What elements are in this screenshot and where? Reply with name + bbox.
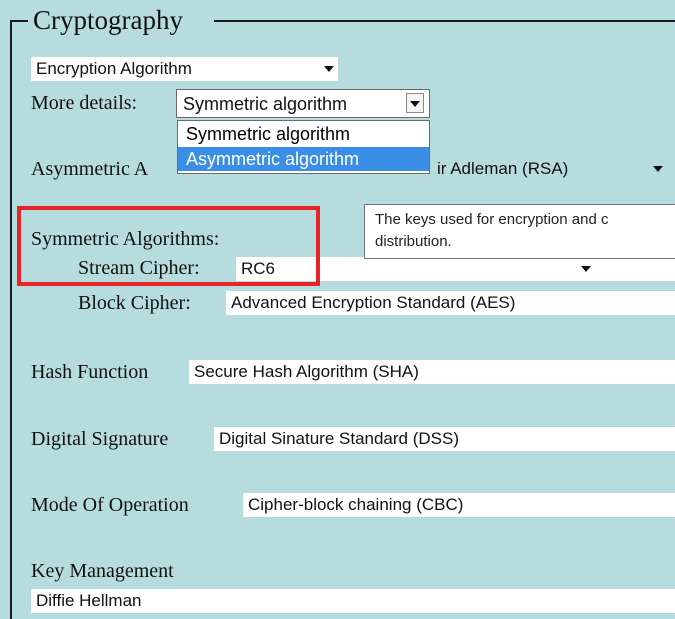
digital-signature-select[interactable]: Digital Sinature Standard (DSS) (214, 427, 675, 451)
algorithm-type-value: Encryption Algorithm (36, 59, 192, 78)
block-cipher-label: Block Cipher: (78, 292, 191, 314)
more-details-select[interactable]: Symmetric algorithm (176, 89, 430, 118)
chevron-down-icon (410, 101, 420, 107)
key-management-label: Key Management (31, 560, 174, 582)
tooltip-line-1: The keys used for encryption and c (375, 211, 609, 228)
key-management-value: Diffie Hellman (36, 591, 142, 610)
fieldset-legend: Cryptography (31, 4, 185, 36)
more-details-label: More details: (31, 92, 138, 114)
fieldset-border-left (10, 20, 12, 619)
option-asymmetric-algorithm[interactable]: Asymmetric algorithm (178, 147, 429, 171)
cryptography-panel: Cryptography Encryption Algorithm More d… (0, 0, 675, 619)
more-details-options-list[interactable]: Symmetric algorithm Asymmetric algorithm (177, 120, 430, 174)
asymmetric-algorithms-label: Asymmetric A (31, 158, 149, 180)
chevron-down-icon (581, 266, 591, 272)
more-details-dropdown-button[interactable] (406, 93, 424, 113)
key-management-select[interactable]: Diffie Hellman (31, 589, 675, 613)
fieldset-border-left-top (10, 20, 28, 22)
chevron-down-icon (324, 66, 334, 72)
mode-of-operation-value: Cipher-block chaining (CBC) (248, 495, 464, 514)
tooltip: The keys used for encryption and c distr… (364, 204, 675, 259)
highlight-box (17, 206, 320, 286)
mode-of-operation-label: Mode Of Operation (31, 494, 189, 516)
block-cipher-select[interactable]: Advanced Encryption Standard (AES) (226, 291, 675, 315)
chevron-down-icon (653, 166, 663, 172)
algorithm-type-select[interactable]: Encryption Algorithm (31, 57, 338, 81)
asymmetric-algorithm-select[interactable]: ir Adleman (RSA) (432, 157, 675, 181)
option-symmetric-algorithm[interactable]: Symmetric algorithm (178, 122, 429, 146)
fieldset-border-right-top (214, 20, 675, 22)
block-cipher-value: Advanced Encryption Standard (AES) (231, 293, 516, 312)
mode-of-operation-select[interactable]: Cipher-block chaining (CBC) (243, 493, 675, 517)
digital-signature-label: Digital Signature (31, 428, 169, 450)
hash-function-select[interactable]: Secure Hash Algorithm (SHA) (189, 360, 675, 384)
tooltip-line-2: distribution. (375, 233, 452, 250)
hash-function-value: Secure Hash Algorithm (SHA) (194, 362, 419, 381)
more-details-value: Symmetric algorithm (183, 94, 348, 114)
digital-signature-value: Digital Sinature Standard (DSS) (219, 429, 460, 448)
asymmetric-algorithm-value: ir Adleman (RSA) (437, 159, 569, 178)
hash-function-label: Hash Function (31, 361, 149, 383)
